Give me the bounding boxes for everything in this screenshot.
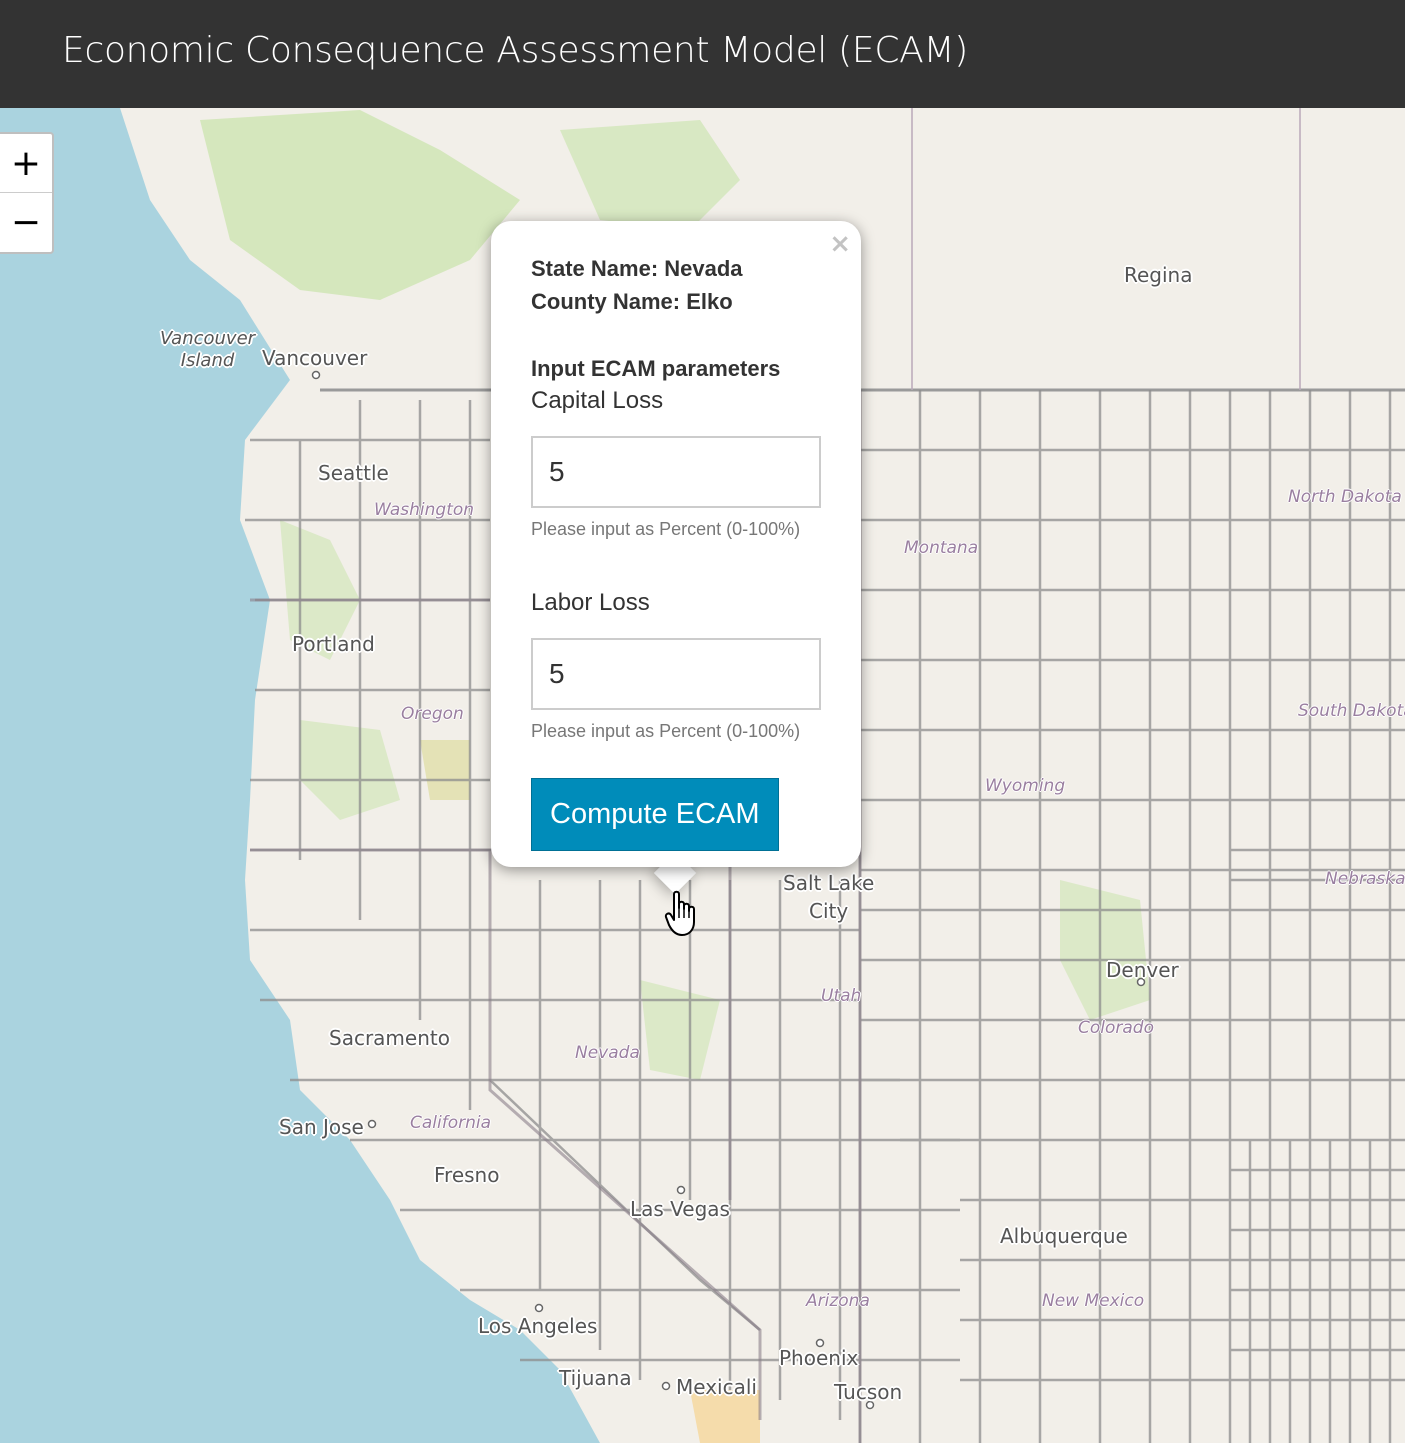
city-label-vancouver: Vancouver (262, 346, 368, 370)
capital-loss-label: Capital Loss (531, 387, 664, 414)
state-label-wyoming: Wyoming (985, 776, 1066, 796)
labor-loss-input[interactable] (531, 638, 821, 710)
hand-cursor-icon (664, 890, 695, 936)
city-label-phoenix: Phoenix (779, 1346, 859, 1370)
zoom-control: + − (0, 132, 54, 254)
app-header: Economic Consequence Assessment Model (E… (0, 0, 1405, 108)
state-label-california: California (410, 1113, 492, 1133)
parameters-heading: Input ECAM parameters (531, 356, 781, 381)
city-label-mexicali: Mexicali (676, 1375, 757, 1399)
city-label-seattle: Seattle (318, 461, 389, 485)
page-title: Economic Consequence Assessment Model (E… (62, 30, 968, 71)
city-label-fresno: Fresno (434, 1163, 500, 1187)
compute-ecam-button[interactable]: Compute ECAM (531, 778, 779, 851)
city-label-vancouver-island: Vancouver Island (160, 328, 256, 371)
popup-body: State Name: Nevada County Name: Elko Inp… (531, 252, 831, 851)
city-label-denver: Denver (1106, 958, 1179, 982)
state-label-new-mexico: New Mexico (1042, 1291, 1145, 1311)
city-label-portland: Portland (292, 632, 375, 656)
state-label-nevada: Nevada (575, 1043, 640, 1063)
county-popup: × State Name: Nevada County Name: Elko I… (491, 221, 861, 867)
city-label-regina: Regina (1124, 263, 1193, 287)
state-name-text: State Name: Nevada (531, 256, 743, 281)
state-label-washington: Washington (374, 500, 475, 520)
labor-loss-label: Labor Loss (531, 589, 650, 616)
city-label-albuquerque: Albuquerque (1000, 1224, 1128, 1248)
labor-loss-help: Please input as Percent (0-100%) (531, 721, 801, 741)
city-label-tijuana: Tijuana (559, 1366, 632, 1390)
state-label-oregon: Oregon (401, 704, 464, 724)
capital-loss-help: Please input as Percent (0-100%) (531, 519, 801, 539)
state-label-utah: Utah (821, 986, 862, 1006)
popup-close-button[interactable]: × (829, 229, 851, 259)
state-label-montana: Montana (904, 538, 979, 558)
city-label-san-jose: San Jose (279, 1115, 364, 1139)
state-label-north-dakota: North Dakota (1288, 487, 1402, 507)
county-name-text: County Name: Elko (531, 289, 733, 314)
city-label-salt-lake-city: Salt Lake City (783, 871, 875, 923)
city-label-sacramento: Sacramento (329, 1026, 450, 1050)
city-label-tucson: Tucson (834, 1380, 903, 1404)
city-label-las-vegas: Las Vegas (630, 1197, 730, 1221)
state-label-nebraska: Nebraska (1325, 869, 1405, 889)
zoom-out-button[interactable]: − (0, 193, 52, 252)
city-label-los-angeles: Los Angeles (478, 1314, 598, 1338)
state-label-arizona: Arizona (806, 1291, 870, 1311)
state-label-south-dakota: South Dakota (1298, 701, 1405, 721)
state-label-colorado: Colorado (1078, 1018, 1154, 1038)
zoom-in-button[interactable]: + (0, 134, 52, 193)
capital-loss-input[interactable] (531, 436, 821, 508)
